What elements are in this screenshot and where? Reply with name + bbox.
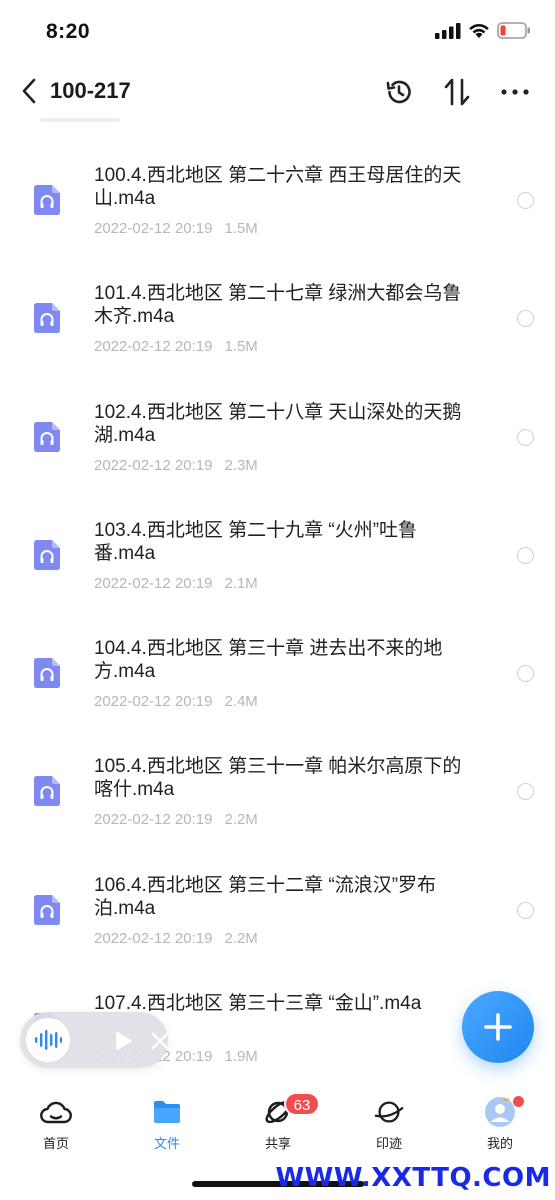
page-title: 100-217 <box>50 78 131 103</box>
audio-file-icon <box>34 185 60 215</box>
audio-wave-button[interactable] <box>26 1018 70 1062</box>
file-size: 2.2M <box>224 929 258 947</box>
audio-file-icon <box>34 894 60 925</box>
bottom-tab-bar: 首页 文件 共享 印迹 我的 <box>0 1084 555 1164</box>
audio-file-icon <box>34 776 60 807</box>
battery-low-icon <box>497 22 530 39</box>
file-date: 2022-02-12 20:19 <box>94 220 213 237</box>
sort-icon <box>444 78 470 106</box>
history-button[interactable] <box>383 76 415 108</box>
file-name: 105.4.西北地区 第三十一章 帕米尔高原下的喀什.m4a <box>94 756 462 801</box>
file-date: 2022-02-12 20:19 <box>94 693 213 711</box>
audio-file-icon <box>34 539 60 570</box>
avatar-icon <box>485 1097 515 1127</box>
tab-mine[interactable]: 我的 <box>460 1096 540 1152</box>
file-row[interactable]: 106.4.西北地区 第三十二章 “流浪汉”罗布泊.m4a 2022-02-12 … <box>0 850 555 968</box>
audio-wave-icon <box>35 1030 62 1050</box>
file-date: 2022-02-12 20:19 <box>94 574 213 592</box>
share-count-badge: 63 <box>284 1092 320 1116</box>
back-button[interactable] <box>14 76 44 106</box>
file-name: 100.4.西北地区 第二十六章 西王母居住的天山.m4a <box>94 165 462 209</box>
file-name: 102.4.西北地区 第二十八章 天山深处的天鹅湖.m4a <box>94 401 462 446</box>
file-row[interactable]: 103.4.西北地区 第二十九章 “火州”吐鲁番.m4a 2022-02-12 2… <box>0 495 555 613</box>
file-name: 104.4.西北地区 第三十章 进去出不来的地方.m4a <box>94 638 443 683</box>
status-time: 8:20 <box>46 20 91 43</box>
file-name: 101.4.西北地区 第二十七章 绿洲大都会乌鲁木齐.m4a <box>94 283 462 328</box>
signal-icon <box>435 22 461 39</box>
file-list: 100.4.西北地区 第二十六章 西王母居住的天山.m4a 2022-02-12 … <box>0 140 555 1086</box>
select-checkbox[interactable] <box>517 310 534 328</box>
status-icons <box>435 22 531 39</box>
file-size: 2.2M <box>224 811 258 829</box>
select-checkbox[interactable] <box>517 546 534 564</box>
close-icon[interactable] <box>150 1031 170 1051</box>
audio-file-icon <box>34 658 60 689</box>
file-meta: 2022-02-12 20:19 1.5M <box>94 220 258 237</box>
add-button[interactable] <box>462 991 534 1063</box>
file-meta: 2022-02-12 20:19 2.2M <box>94 811 258 828</box>
file-name: 107.4.西北地区 第三十三章 “金山”.m4a <box>94 993 422 1015</box>
file-meta: 2022-02-12 20:19 2.2M <box>94 930 258 947</box>
select-checkbox[interactable] <box>517 192 534 209</box>
file-row[interactable]: 102.4.西北地区 第二十八章 天山深处的天鹅湖.m4a 2022-02-12 … <box>0 377 555 495</box>
more-icon <box>501 89 529 95</box>
file-size: 1.9M <box>224 1048 258 1066</box>
file-date: 2022-02-12 20:19 <box>94 456 213 474</box>
select-checkbox[interactable] <box>517 428 534 446</box>
scroll-fade-remnant <box>40 112 120 128</box>
chevron-left-icon <box>22 78 36 104</box>
tab-traces[interactable]: 印迹 <box>349 1096 429 1152</box>
file-name: 106.4.西北地区 第三十二章 “流浪汉”罗布泊.m4a <box>94 874 437 919</box>
file-size: 1.5M <box>224 338 258 356</box>
status-bar: 8:20 <box>0 0 555 62</box>
file-meta: 2022-02-12 20:19 2.1M <box>94 575 258 592</box>
play-icon[interactable] <box>112 1030 134 1052</box>
select-checkbox[interactable] <box>517 901 534 919</box>
tab-mine-label: 我的 <box>486 1136 513 1151</box>
history-icon <box>386 80 411 104</box>
home-cloud-icon <box>40 1101 72 1124</box>
file-meta: 2022-02-12 20:19 1.5M <box>94 338 258 355</box>
file-row[interactable]: 104.4.西北地区 第三十章 进去出不来的地方.m4a 2022-02-12 2… <box>0 613 555 731</box>
tab-traces-label: 印迹 <box>375 1136 402 1151</box>
mini-audio-player[interactable] <box>20 1012 170 1068</box>
file-meta: 2022-02-12 20:19 2.4M <box>94 693 258 710</box>
file-size: 1.5M <box>224 220 258 237</box>
select-checkbox[interactable] <box>517 783 534 801</box>
file-size: 2.1M <box>224 574 258 592</box>
file-row[interactable]: 105.4.西北地区 第三十一章 帕米尔高原下的喀什.m4a 2022-02-12… <box>0 731 555 849</box>
file-size: 2.4M <box>224 693 258 711</box>
sort-button[interactable] <box>441 76 473 108</box>
tab-home[interactable]: 首页 <box>16 1096 96 1152</box>
more-button[interactable] <box>499 76 531 108</box>
watermark: WWW.XXTTQ.COM <box>275 1163 551 1193</box>
select-checkbox[interactable] <box>517 665 534 683</box>
folder-icon <box>154 1101 180 1123</box>
file-date: 2022-02-12 20:19 <box>94 929 213 947</box>
audio-file-icon <box>34 303 60 334</box>
tab-files[interactable]: 文件 <box>127 1096 207 1152</box>
tab-files-label: 文件 <box>153 1136 180 1151</box>
planet-icon <box>374 1101 404 1123</box>
tab-share-label: 共享 <box>264 1136 291 1151</box>
plus-icon <box>484 1013 512 1041</box>
file-row[interactable]: 100.4.西北地区 第二十六章 西王母居住的天山.m4a 2022-02-12 … <box>0 140 555 258</box>
notification-dot <box>513 1096 524 1107</box>
tab-home-label: 首页 <box>42 1136 69 1151</box>
audio-file-icon <box>34 421 60 452</box>
file-name: 103.4.西北地区 第二十九章 “火州”吐鲁番.m4a <box>94 519 418 564</box>
file-date: 2022-02-12 20:19 <box>94 338 213 356</box>
wifi-icon <box>469 23 489 38</box>
file-date: 2022-02-12 20:19 <box>94 811 213 829</box>
file-meta: 2022-02-12 20:19 2.3M <box>94 457 258 474</box>
file-row[interactable]: 101.4.西北地区 第二十七章 绿洲大都会乌鲁木齐.m4a 2022-02-12… <box>0 258 555 376</box>
nav-actions <box>383 76 531 108</box>
file-size: 2.3M <box>224 456 258 474</box>
